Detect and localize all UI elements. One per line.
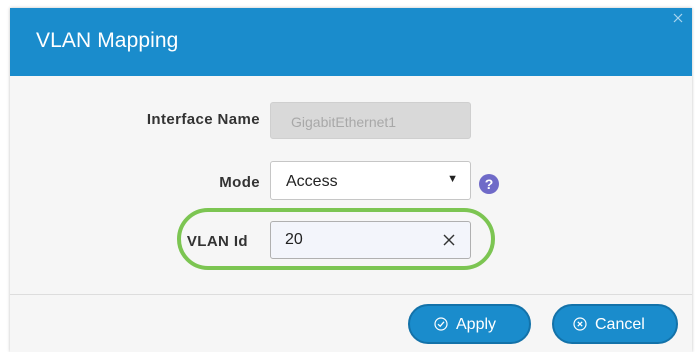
mode-select[interactable]: Access ▼: [270, 161, 471, 200]
mode-label: Mode: [219, 174, 260, 191]
apply-button[interactable]: Apply: [408, 304, 531, 344]
help-glyph: ?: [484, 176, 494, 192]
clear-icon[interactable]: [442, 233, 456, 247]
cancel-button[interactable]: Cancel: [552, 304, 678, 344]
apply-label: Apply: [456, 316, 497, 333]
vlan-id-input[interactable]: [270, 221, 471, 259]
dialog-title: VLAN Mapping: [36, 29, 179, 52]
close-icon[interactable]: [672, 12, 684, 24]
interface-name-field: GigabitEthernet1: [270, 102, 471, 139]
x-circle-icon: [573, 317, 587, 331]
footer-divider: [10, 294, 692, 295]
caret-down-icon: ▼: [447, 173, 458, 185]
dialog-header: VLAN Mapping: [10, 8, 692, 76]
vlan-mapping-dialog: VLAN Mapping Interface Name GigabitEther…: [10, 8, 692, 352]
interface-name-value: GigabitEthernet1: [291, 114, 397, 130]
vlan-id-label: VLAN Id: [186, 233, 248, 250]
check-circle-icon: [434, 317, 448, 331]
mode-value: Access: [286, 173, 338, 190]
interface-name-label: Interface Name: [146, 111, 260, 128]
help-icon[interactable]: ?: [479, 174, 499, 194]
cancel-label: Cancel: [595, 316, 645, 333]
